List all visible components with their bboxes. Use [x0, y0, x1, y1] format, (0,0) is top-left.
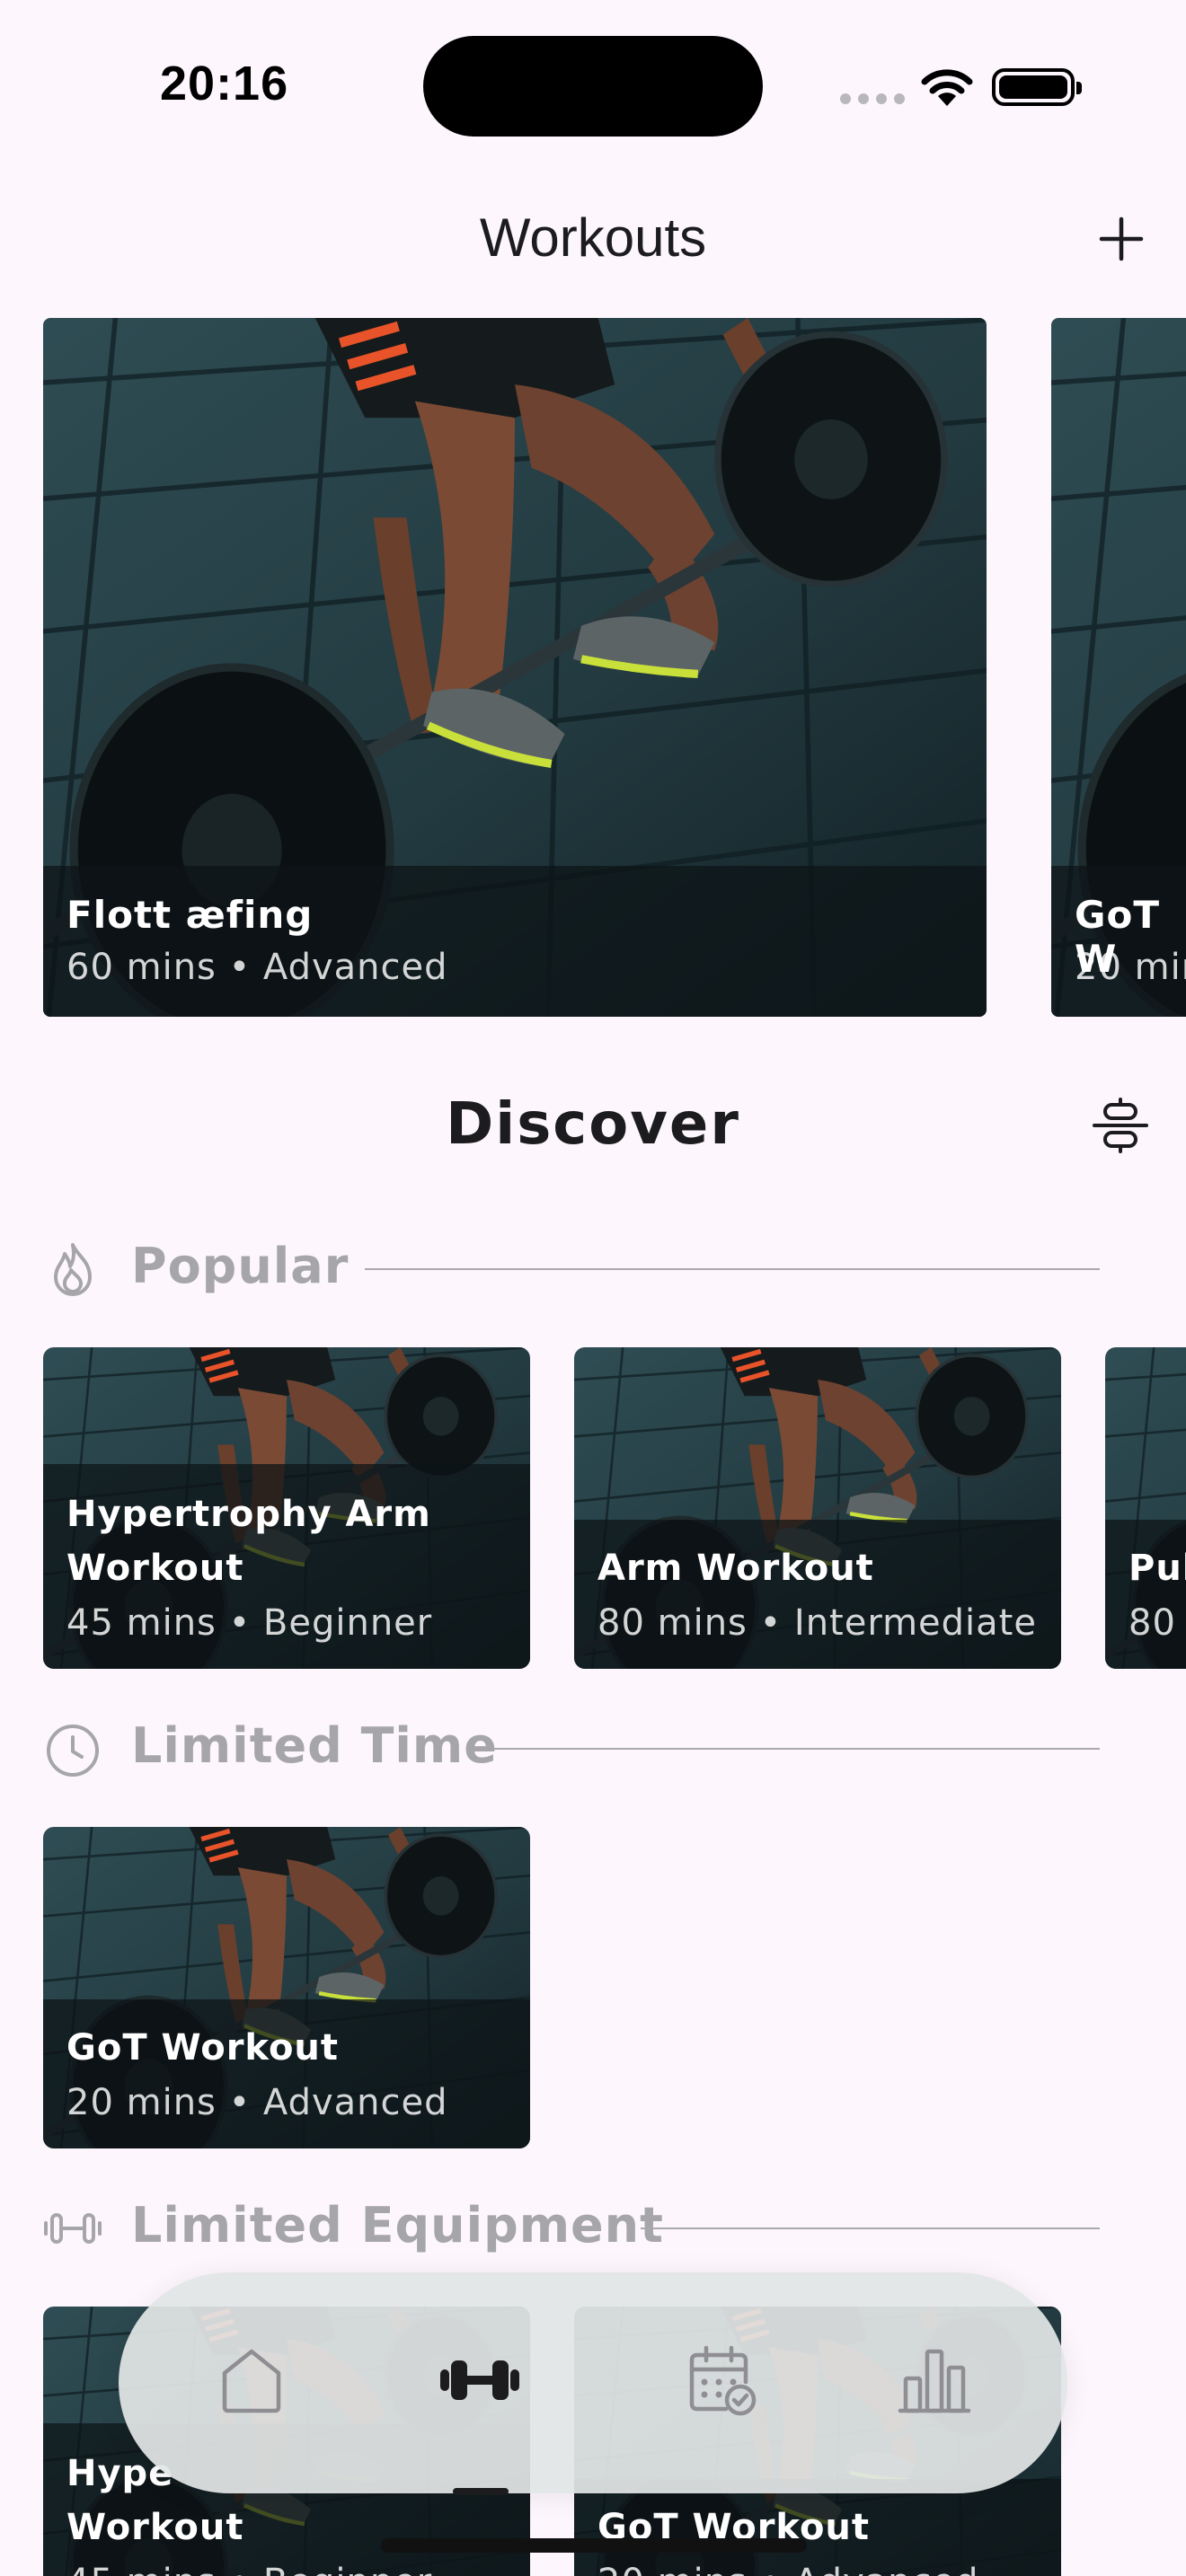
- flame-icon: [54, 1243, 92, 1296]
- card-meta: 45 mins • Beginner: [66, 1602, 433, 1644]
- section-divider: [641, 2228, 1100, 2229]
- section-header-popular: Popular: [43, 1232, 1100, 1304]
- calendar-check-icon: [689, 2345, 757, 2416]
- filter-button[interactable]: [1091, 1096, 1150, 1155]
- plus-icon: [1099, 216, 1144, 261]
- card-title-line2: Workout: [66, 2507, 244, 2548]
- card-meta: 60 mins • Advanced: [66, 947, 448, 988]
- status-bar: 20:16: [0, 0, 1186, 171]
- section-divider: [494, 1748, 1100, 1750]
- section-label: Popular: [131, 1238, 350, 1294]
- dumbbell-icon: [440, 2360, 519, 2400]
- wifi-icon: [921, 69, 973, 106]
- workout-card[interactable]: Pul 80: [1105, 1347, 1186, 1669]
- card-meta: 80: [1128, 1602, 1176, 1644]
- section-label: Limited Equipment: [131, 2197, 664, 2254]
- dumbbell-outline-icon: [44, 2213, 102, 2244]
- home-indicator[interactable]: [381, 2538, 807, 2553]
- card-title: Arm Workout: [597, 1548, 874, 1589]
- tab-stats[interactable]: [890, 2335, 979, 2425]
- section-header-limited-equipment: Limited Equipment: [43, 2192, 1100, 2263]
- card-title: Pul: [1128, 1548, 1186, 1589]
- section-divider: [365, 1268, 1100, 1270]
- card-meta: 20 mins • Advanced: [66, 2082, 448, 2123]
- filter-sliders-icon: [1093, 1098, 1148, 1153]
- signal-dots-icon: [840, 93, 905, 104]
- card-meta: 20 min: [1075, 947, 1186, 988]
- add-workout-button[interactable]: [1096, 214, 1146, 264]
- card-meta: 45 mins • Beginner: [66, 2562, 432, 2576]
- status-time: 20:16: [160, 57, 289, 110]
- section-header-limited-time: Limited Time: [43, 1712, 1100, 1784]
- home-icon: [222, 2349, 281, 2413]
- discover-title: Discover: [446, 1091, 740, 1158]
- workout-card[interactable]: Arm Workout 80 mins • Intermediate: [574, 1347, 1061, 1669]
- card-meta: 80 mins • Intermediate: [597, 1602, 1037, 1644]
- card-title: Flott æfing: [66, 893, 314, 937]
- page-title: Workouts: [479, 207, 707, 268]
- card-title: GoT Workout: [66, 2027, 340, 2069]
- selected-tab-indicator: [453, 2488, 509, 2495]
- tab-home[interactable]: [207, 2335, 296, 2425]
- card-meta: 20 mins • Advanced: [597, 2562, 978, 2576]
- workout-card[interactable]: Hypertrophy Arm Workout 45 mins • Beginn…: [43, 1347, 530, 1669]
- workout-card[interactable]: GoT Workout 20 mins • Advanced: [43, 1827, 530, 2148]
- tab-bar: [119, 2272, 1067, 2493]
- tab-calendar[interactable]: [676, 2335, 766, 2425]
- battery-icon: [992, 68, 1082, 106]
- featured-workout-card[interactable]: Flott æfing 60 mins • Advanced: [43, 318, 987, 1017]
- card-title-line1: Hypertrophy Arm: [66, 1494, 431, 1535]
- card-title-line2: Workout: [66, 1548, 244, 1589]
- dynamic-island: [423, 36, 763, 137]
- card-overlay: [43, 866, 987, 1017]
- bar-chart-icon: [898, 2349, 971, 2413]
- section-label: Limited Time: [131, 1717, 498, 1774]
- clock-icon: [47, 1725, 99, 1777]
- featured-workout-card[interactable]: GoT W 20 min: [1051, 318, 1186, 1017]
- tab-workouts[interactable]: [435, 2335, 525, 2425]
